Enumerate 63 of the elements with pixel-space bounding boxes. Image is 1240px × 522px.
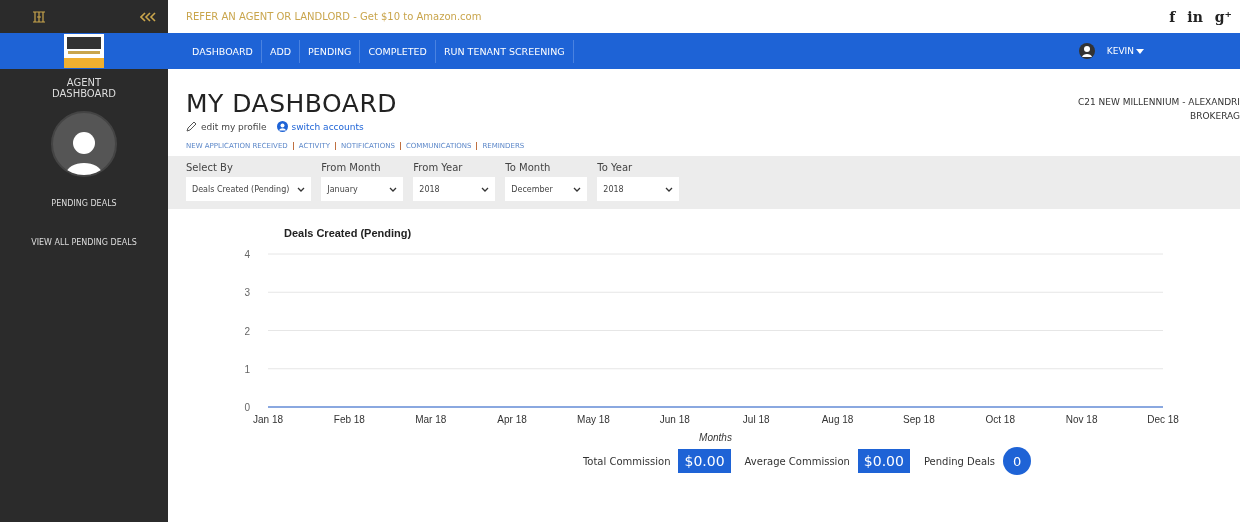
collapse-chevrons-icon[interactable] bbox=[140, 11, 156, 22]
user-avatar-icon bbox=[1078, 43, 1095, 59]
axis-tick-label: 1 bbox=[244, 363, 250, 375]
summary-label: Total Commission bbox=[582, 455, 671, 467]
chevron-down-icon bbox=[389, 186, 398, 192]
nav-link[interactable]: COMPLETED bbox=[360, 39, 436, 63]
nav-link[interactable]: PENDING bbox=[300, 39, 361, 63]
chevron-down-icon bbox=[665, 186, 674, 192]
dropdown[interactable]: January bbox=[321, 177, 404, 201]
axis-tick-label: 4 bbox=[244, 249, 250, 260]
axis-tick-label: Nov 18 bbox=[1065, 414, 1098, 425]
amount-badge: $0.00 bbox=[857, 449, 910, 473]
filter-label: Select By bbox=[186, 162, 234, 173]
sidebar-title: AGENT DASHBOARD bbox=[50, 77, 118, 99]
nav-link[interactable]: RUN TENANT SCREENING bbox=[435, 39, 574, 63]
filter-label: To Month bbox=[505, 162, 552, 173]
nav-link[interactable]: DASHBOARD bbox=[184, 39, 262, 63]
axis-tick-label: Sep 18 bbox=[903, 414, 935, 425]
summary-label: Average Commission bbox=[744, 455, 850, 467]
office-name: BROKERAG bbox=[1189, 110, 1240, 123]
dropdown[interactable]: December bbox=[505, 177, 588, 201]
caret-icon bbox=[1136, 48, 1144, 54]
switch-accounts-link[interactable]: switch accounts bbox=[276, 121, 364, 132]
dropdown[interactable]: Deals Created (Pending) bbox=[186, 177, 312, 201]
summary-label: Pending Deals bbox=[923, 455, 996, 467]
social-link[interactable]: g⁺ bbox=[1214, 8, 1232, 25]
axis-tick-label: Mar 18 bbox=[415, 414, 447, 425]
chevron-down-icon bbox=[573, 186, 582, 192]
logo-icon bbox=[32, 10, 46, 23]
amount-badge: $0.00 bbox=[678, 449, 731, 473]
filter-label: To Year bbox=[597, 162, 634, 173]
sidebar-link[interactable]: PENDING DEALS bbox=[51, 199, 117, 208]
social-link[interactable]: in bbox=[1187, 8, 1203, 25]
chevron-down-icon bbox=[481, 186, 490, 192]
filter-label: From Year bbox=[413, 162, 464, 173]
axis-tick-label: Aug 18 bbox=[821, 414, 854, 425]
user-circle-icon bbox=[276, 121, 288, 132]
pencil-icon bbox=[186, 121, 197, 132]
axis-tick-label: Jun 18 bbox=[659, 414, 690, 425]
axis-tick-label: May 18 bbox=[577, 414, 610, 425]
office-name: C21 NEW MILLENNIUM - ALEXANDRI bbox=[1077, 96, 1240, 109]
page-title: MY DASHBOARD bbox=[186, 89, 398, 118]
axis-tick-label: Apr 18 bbox=[497, 414, 527, 425]
axis-tick-label: 3 bbox=[244, 287, 250, 299]
chart-title: Deals Created (Pending) bbox=[284, 227, 412, 239]
axis-tick-label: Feb 18 bbox=[333, 414, 365, 425]
axis-tick-label: Jul 18 bbox=[742, 414, 770, 425]
axis-tick-label: 2 bbox=[244, 325, 250, 337]
sidebar-link[interactable]: VIEW ALL PENDING DEALS bbox=[31, 238, 137, 247]
edit-profile-link[interactable]: edit my profile bbox=[186, 121, 267, 132]
dropdown[interactable]: 2018 bbox=[597, 177, 680, 201]
nav-link[interactable]: ADD bbox=[261, 39, 301, 63]
axis-tick-label: Oct 18 bbox=[985, 414, 1015, 425]
axis-tick-label: Jan 18 bbox=[253, 414, 283, 425]
axis-tick-label: Dec 18 bbox=[1147, 414, 1179, 425]
social-link[interactable]: f bbox=[1169, 8, 1176, 25]
axis-tick-label: 0 bbox=[244, 402, 250, 413]
user-menu[interactable]: KEVIN bbox=[1106, 46, 1144, 56]
filter-label: From Month bbox=[321, 162, 382, 173]
count-badge: 0 bbox=[1003, 447, 1032, 475]
dropdown[interactable]: 2018 bbox=[413, 177, 496, 201]
axis-title: Months bbox=[699, 432, 732, 443]
chevron-down-icon bbox=[297, 186, 306, 192]
